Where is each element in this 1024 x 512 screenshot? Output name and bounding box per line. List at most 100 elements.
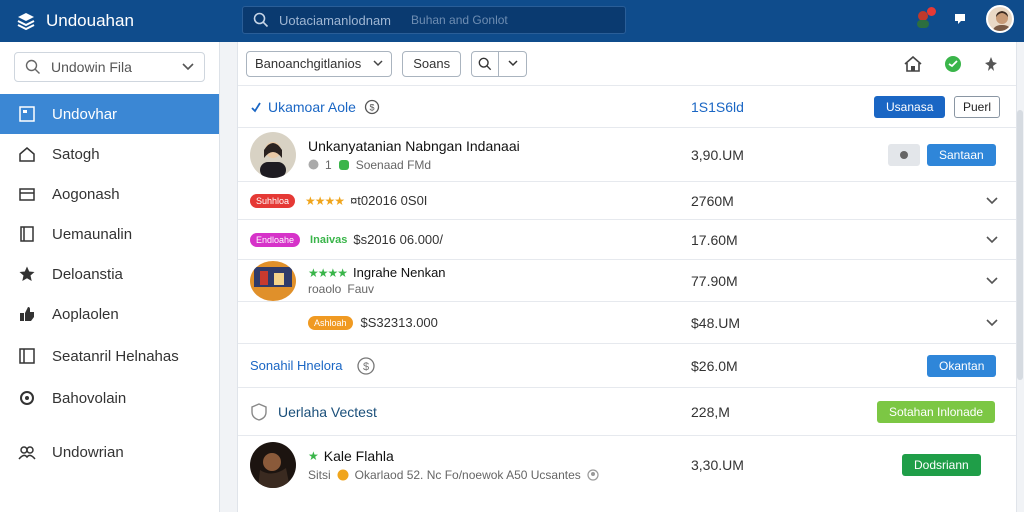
item-amount: 228,M [691,403,730,420]
portrait-image [250,131,296,178]
inbox-icon [19,188,35,201]
row-action-button[interactable]: Sotahan Inlonade [877,400,996,423]
item-title: Kale Flahla [323,448,394,464]
sidebar-item-6[interactable]: Seatanril Helnahas [0,336,219,376]
chevron-down-icon[interactable] [986,235,998,244]
search-icon [25,59,40,74]
table-row[interactable]: Suhhloa ★★★★ ¤t02016 0S0I 2760M [238,182,1016,220]
notification-button[interactable] [912,7,936,30]
user-avatar[interactable] [986,5,1014,33]
item-detail: ¤t02016 0S0I [350,193,428,208]
item-thumbnail [250,131,296,178]
row-action-button[interactable]: Dodsriann [902,454,981,476]
item-link[interactable]: Sonahil Hnelora [250,358,343,373]
thumbs-up-icon [20,307,34,321]
item-sub-prefix: roaolo [308,282,342,296]
table-row[interactable]: Sonahil Hnelora $ $26.0M Okantan [238,344,1016,388]
rating-stars-icon: ★★★★ [308,265,348,280]
chevron-down-icon[interactable] [986,276,998,285]
table-row[interactable]: Uerlaha Vectest 228,M Sotahan Inlonade [238,388,1016,436]
item-amount: $48.UM [691,314,741,331]
coin-icon [337,469,349,481]
scrollbar[interactable] [1017,110,1023,380]
item-tag: Inaivas [310,233,348,246]
panel-icon [19,348,35,364]
sidebar-item-7[interactable]: Bahovolain [0,378,219,418]
toggle-button[interactable] [888,143,920,166]
dollar-icon: $ [356,356,375,375]
status-pill: Suhhloa [250,193,296,208]
sidebar-item-4[interactable]: Deloanstia [0,254,219,294]
item-detail: $s2016 06.000/ [353,232,443,247]
search-icon-button[interactable] [471,50,500,77]
sidebar-item-label: Undovhar [52,105,118,123]
sidebar-item-5[interactable]: Aoplaolen [0,294,219,334]
layers-icon [17,13,35,31]
favorite-star-icon: ★ [308,449,319,463]
search-button[interactable]: Soans [402,50,462,77]
search-placeholder: Uotaciamanlodnam [279,12,392,28]
pin-icon[interactable] [984,56,998,72]
scene-image [250,260,296,301]
secondary-action-button[interactable]: Puerl [954,95,1001,118]
user-icon [308,159,319,170]
notification-badge [927,7,936,16]
item-title: Uerlaha Vectest [278,403,377,420]
item-subtitle: Fauv [347,282,375,296]
dropdown-button[interactable] [499,50,528,77]
item-title: Ingrahe Nenkan [353,265,446,280]
sidebar-item-label: Undowrian [52,443,124,461]
filter-select-label: Banoanchgitlanios [255,56,362,71]
table-row[interactable]: ★ Kale Flahla Sitsi Okarlaod 52. Nc Fo/n… [238,436,1016,494]
info-icon[interactable]: $ [364,99,380,115]
dot-icon [900,150,908,159]
file-select-label: Undowin Fila [51,59,132,75]
sidebar-item-1[interactable]: Satogh [0,134,219,174]
shield-icon [251,402,267,421]
app-logo[interactable]: Undouahan [0,11,240,31]
chat-icon[interactable] [944,55,962,73]
status-pill: Ashloah [308,315,353,330]
top-bar: Undouahan Uotaciamanlodnam Buhan and Gon… [0,0,1024,42]
chevron-down-icon [508,60,518,67]
primary-action-button[interactable]: Usanasa [874,95,946,118]
help-icon[interactable] [952,11,968,27]
row-action-button[interactable]: Santaan [927,143,996,166]
section-amount: 1S1S6ld [691,98,744,115]
item-thumbnail [250,442,296,488]
home-icon[interactable] [904,55,922,72]
sidebar-item-label: Aogonash [52,185,120,203]
row-action-button[interactable]: Okantan [927,354,997,377]
table-row[interactable]: ★★★★ Ingrahe Nenkan roaolo Fauv 77.90M [238,260,1016,302]
table-row[interactable]: Ashloah $S32313.000 $48.UM [238,302,1016,344]
item-detail: $S32313.000 [360,315,438,330]
table-row[interactable]: Unkanyatanian Nabngan Indanaai 1 Soenaad… [238,128,1016,182]
item-sub-prefix: Sitsi [308,468,331,482]
file-select[interactable]: Undowin Fila [14,52,205,82]
chevron-down-icon[interactable] [986,318,998,327]
global-search[interactable]: Uotaciamanlodnam Buhan and Gonlot [242,6,626,34]
chevron-down-icon[interactable] [986,196,998,205]
svg-text:$: $ [362,361,368,373]
sidebar-item-8[interactable]: Undowrian [0,432,219,472]
home-icon [19,147,35,162]
status-pill: Endloahe [250,232,301,247]
sidebar-item-2[interactable]: Aogonash [0,174,219,214]
item-amount: 3,30.UM [691,457,744,473]
chevron-down-icon [182,63,194,71]
rating-stars-icon: ★★★★ [305,193,345,208]
chevron-down-icon [373,60,383,67]
item-amount: 2760M [691,192,734,209]
item-amount: $26.0M [691,357,738,374]
message-icon [338,159,349,170]
item-amount: 77.90M [691,272,738,289]
svg-text:$: $ [369,102,374,112]
main-panel: Banoanchgitlanios Soans Ukamoar Aole $ 1… [237,42,1017,512]
sidebar: Undowin Fila Undovhar Satogh Aogonash Ue… [0,42,220,512]
star-icon [19,266,35,281]
table-row[interactable]: Endloahe Inaivas $s2016 06.000/ 17.60M [238,220,1016,260]
sidebar-item-3[interactable]: Uemaunalin [0,214,219,254]
sidebar-item-label: Aoplaolen [52,305,119,323]
sidebar-item-0[interactable]: Undovhar [0,94,219,134]
filter-select[interactable]: Banoanchgitlanios [246,50,393,77]
